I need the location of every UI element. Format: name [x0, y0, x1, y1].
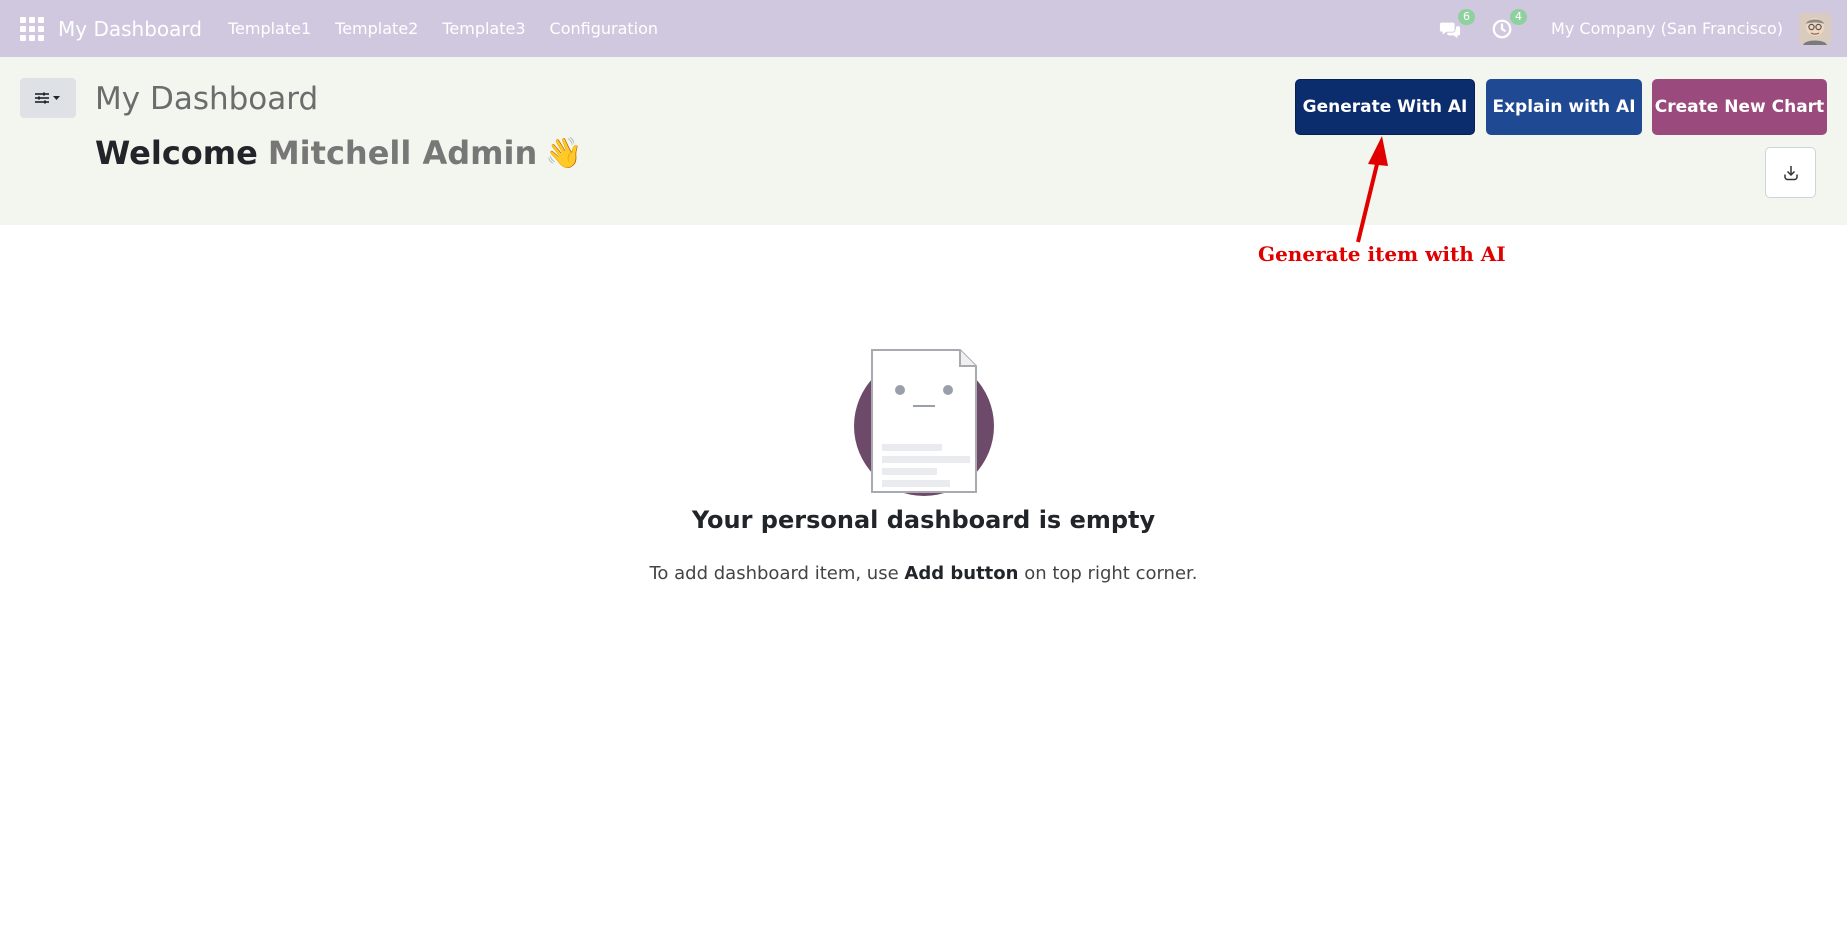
company-switcher[interactable]: My Company (San Francisco) — [1551, 19, 1783, 38]
sliders-icon — [35, 92, 60, 104]
generate-with-ai-button[interactable]: Generate With AI — [1295, 79, 1475, 135]
menu-item-template2[interactable]: Template2 — [323, 19, 430, 38]
chat-bubbles-icon — [1439, 22, 1461, 38]
explain-with-ai-button[interactable]: Explain with AI — [1486, 79, 1642, 135]
control-panel: My Dashboard Welcome Mitchell Admin 👋 Ge… — [0, 57, 1847, 225]
navbar-systray: 6 4 My Company (San Francisco) — [1437, 0, 1847, 57]
menu-item-template1[interactable]: Template1 — [216, 19, 323, 38]
empty-state-title: Your personal dashboard is empty — [691, 506, 1156, 534]
download-icon — [1783, 165, 1798, 180]
app-title-link[interactable]: My Dashboard — [58, 17, 202, 41]
annotation-arrow — [1356, 136, 1388, 243]
filter-toggle-button[interactable] — [20, 78, 76, 118]
download-button[interactable] — [1765, 147, 1816, 198]
empty-state-help: To add dashboard item, use Add button on… — [0, 563, 1847, 584]
welcome-user-name: Mitchell Admin — [267, 134, 538, 172]
page-title: My Dashboard — [95, 81, 319, 117]
empty-document-illustration — [854, 349, 994, 496]
create-new-chart-button[interactable]: Create New Chart — [1652, 79, 1827, 135]
activities-button[interactable]: 4 — [1489, 8, 1528, 42]
menu-item-template3[interactable]: Template3 — [430, 19, 537, 38]
annotation-label: Generate item with AI — [1258, 242, 1506, 266]
empty-help-suffix: on top right corner. — [1018, 563, 1198, 584]
activities-count-badge: 4 — [1510, 8, 1528, 25]
user-avatar[interactable] — [1799, 12, 1831, 45]
welcome-heading: Welcome Mitchell Admin 👋 — [95, 134, 583, 172]
menu-item-configuration[interactable]: Configuration — [538, 19, 671, 38]
top-navbar: My Dashboard Template1 Template2 Templat… — [0, 0, 1847, 57]
empty-help-bold: Add button — [904, 563, 1019, 584]
welcome-prefix: Welcome — [95, 134, 258, 172]
wave-emoji: 👋 — [545, 135, 583, 171]
empty-help-prefix: To add dashboard item, use — [649, 563, 905, 584]
messages-button[interactable]: 6 — [1437, 8, 1476, 42]
messages-count-badge: 6 — [1458, 8, 1476, 25]
clock-activity-icon — [1492, 19, 1512, 38]
apps-grid-icon[interactable] — [20, 16, 44, 41]
avatar-image — [1799, 12, 1831, 45]
